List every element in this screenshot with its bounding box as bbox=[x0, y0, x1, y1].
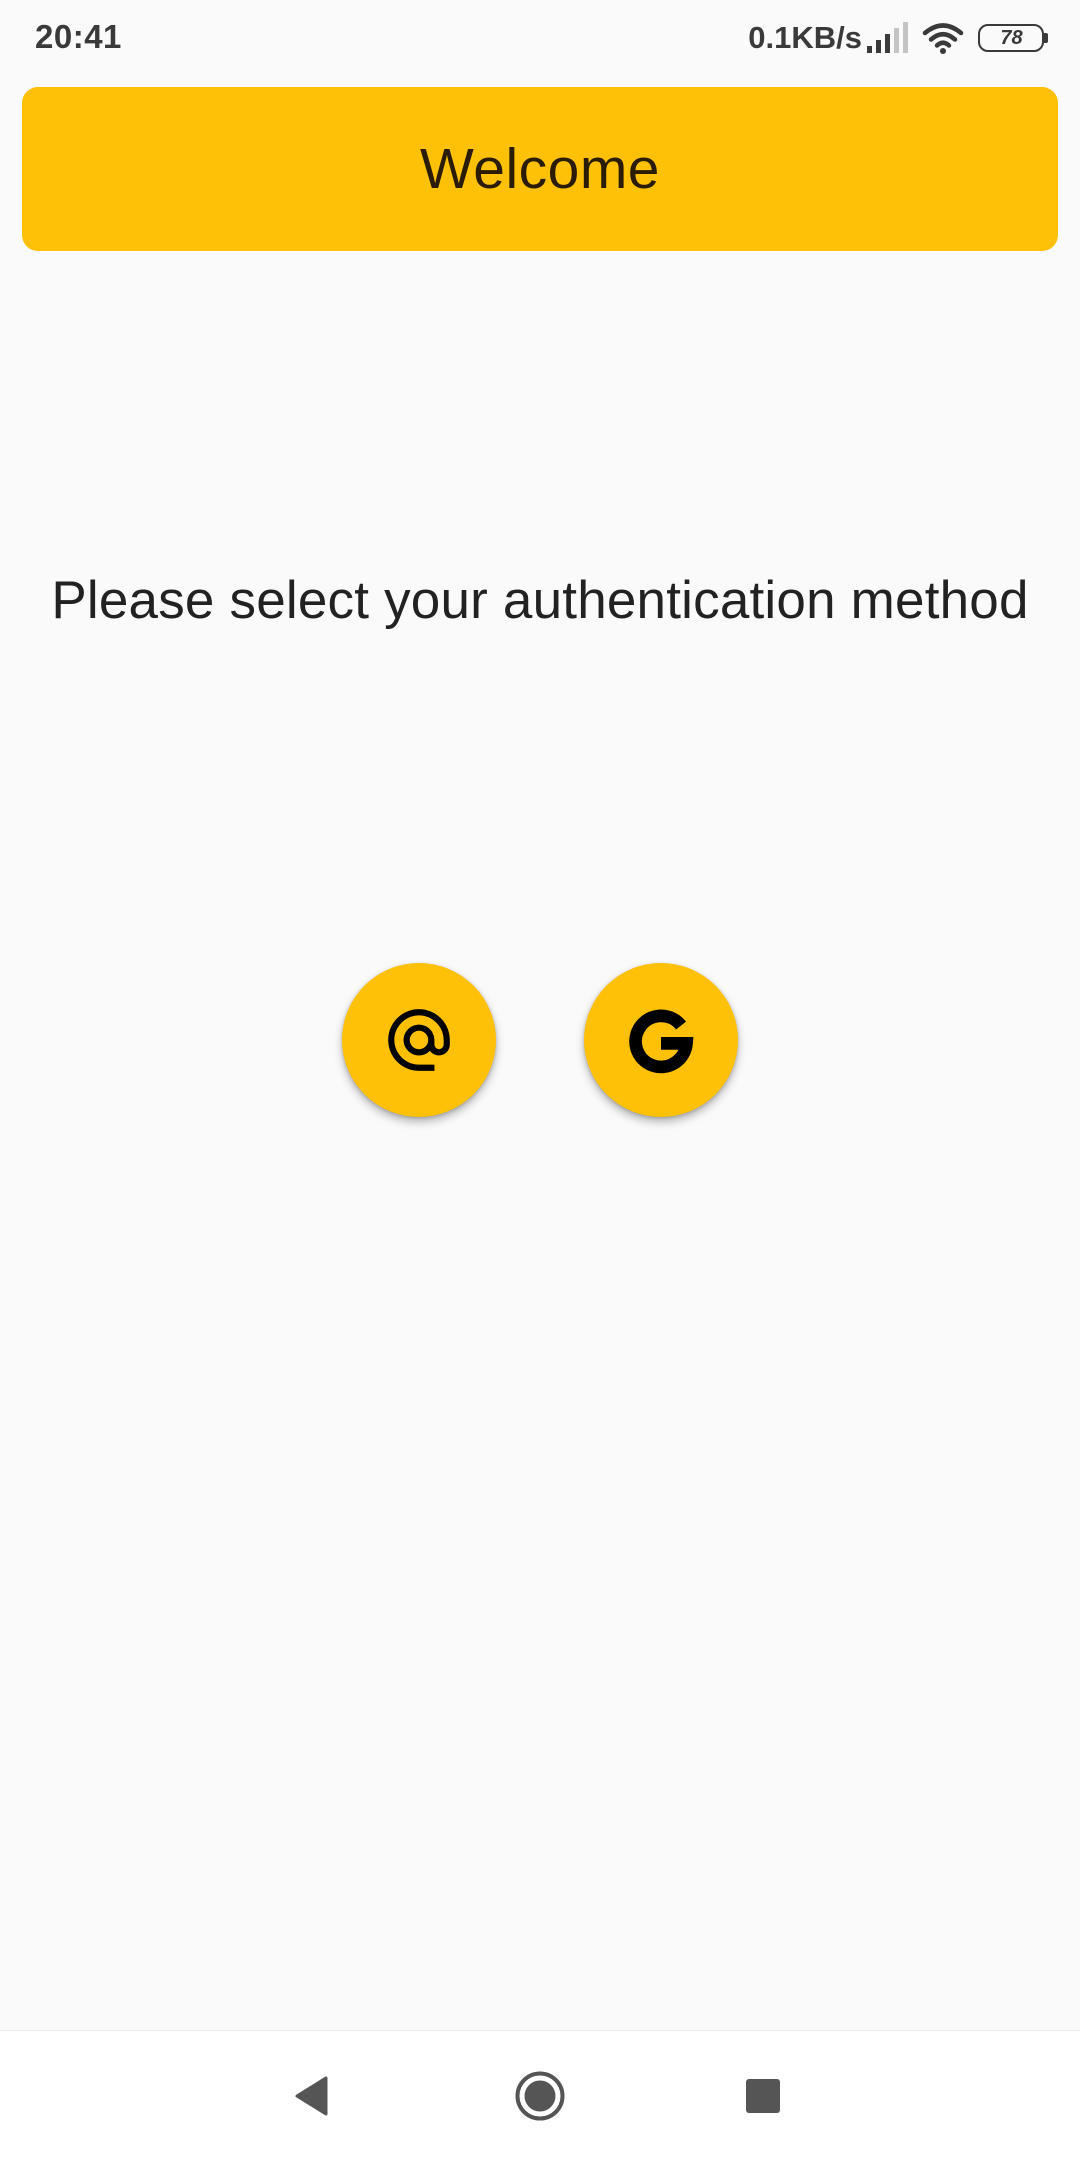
home-icon bbox=[515, 2071, 565, 2121]
google-auth-button[interactable] bbox=[584, 963, 738, 1117]
at-sign-icon bbox=[388, 1009, 450, 1071]
auth-prompt: Please select your authentication method bbox=[51, 571, 1029, 630]
battery-level: 78 bbox=[1000, 27, 1023, 49]
google-g-icon bbox=[629, 1009, 694, 1074]
email-auth-button[interactable] bbox=[342, 963, 496, 1117]
back-icon bbox=[295, 2076, 328, 2116]
navigation-bar bbox=[0, 2030, 1080, 2161]
recents-icon bbox=[746, 2079, 780, 2113]
signal-icon bbox=[867, 22, 908, 53]
page-title: Welcome bbox=[419, 137, 661, 201]
app-bar: Welcome bbox=[22, 87, 1058, 251]
wifi-icon bbox=[922, 23, 964, 54]
battery-icon: 78 bbox=[978, 24, 1048, 52]
network-speed: 0.1KB/s bbox=[748, 20, 862, 55]
status-bar: 20:41 0.1KB/s 78 bbox=[0, 0, 1080, 76]
status-icons: 0.1KB/s 78 bbox=[748, 18, 1048, 58]
back-button[interactable] bbox=[262, 2031, 362, 2161]
home-button[interactable] bbox=[490, 2031, 590, 2161]
recents-button[interactable] bbox=[713, 2031, 813, 2161]
status-time: 20:41 bbox=[35, 18, 122, 55]
